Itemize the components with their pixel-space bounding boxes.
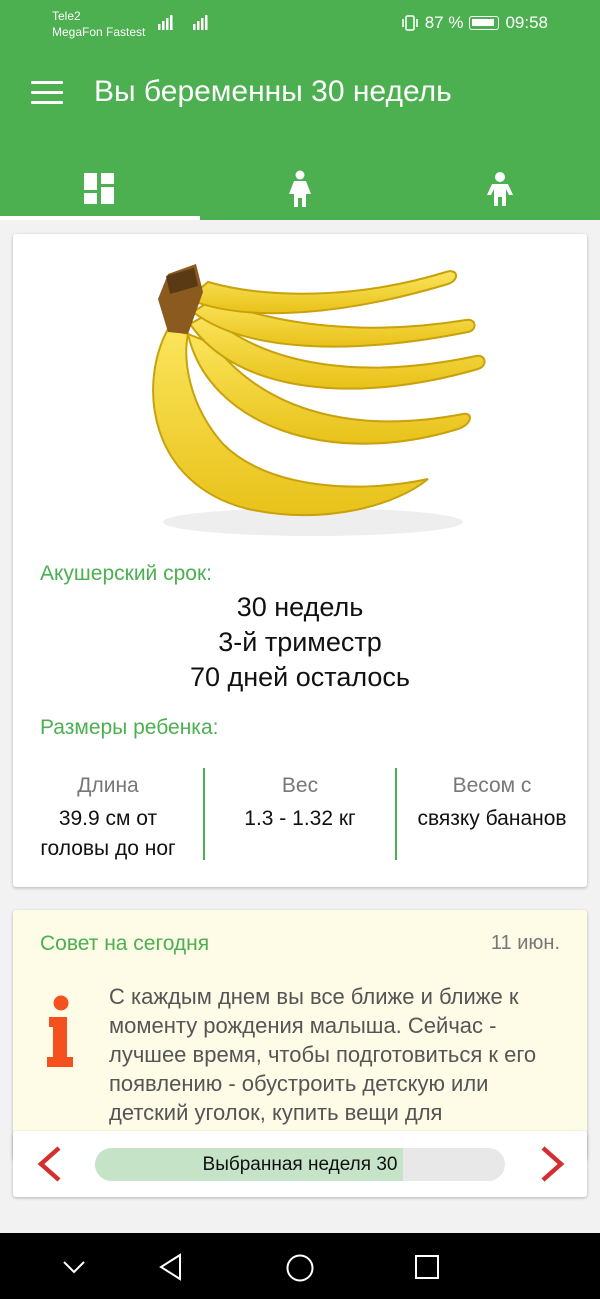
baby-sizes: Длина 39.9 см от головы до ног Вес 1.3 -… xyxy=(13,768,587,860)
battery-icon xyxy=(469,16,500,30)
vibrate-icon xyxy=(401,15,418,31)
term-trimester: 3-й триместр xyxy=(218,627,382,657)
size-weight: Вес 1.3 - 1.32 кг xyxy=(203,768,395,860)
recents-icon[interactable] xyxy=(414,1254,440,1280)
battery-percent: 87 % xyxy=(424,13,464,32)
app-bar: Вы беременны 30 недель xyxy=(0,47,600,220)
info-card: Акушерский срок: 30 недель 3-й триместр … xyxy=(13,234,587,887)
banana-image xyxy=(152,264,486,536)
page-title: Вы беременны 30 недель xyxy=(94,75,452,108)
carrier-names: Tele2 MegaFon Fastest xyxy=(52,8,145,40)
size-head: Вес xyxy=(281,774,319,797)
size-value: 39.9 см от головы до ног xyxy=(40,807,176,860)
woman-icon xyxy=(289,170,311,207)
week-selector: Выбранная неделя 30 xyxy=(13,1131,587,1197)
signal-icon xyxy=(193,15,208,30)
home-icon[interactable] xyxy=(285,1253,315,1283)
menu-icon[interactable] xyxy=(31,81,63,105)
chevron-left-icon[interactable] xyxy=(31,1144,71,1184)
term-days-left: 70 дней осталось xyxy=(189,662,411,692)
tip-title: Совет на сегодня xyxy=(40,932,210,955)
carrier-1: Tele2 xyxy=(52,9,81,23)
tab-baby[interactable] xyxy=(400,158,600,220)
tab-mother[interactable] xyxy=(200,158,400,220)
tip-date: 11 июн. xyxy=(490,932,560,954)
tip-card[interactable]: Совет на сегодня 11 июн. С каждым днем в… xyxy=(13,910,587,1160)
signal-icon xyxy=(158,15,173,30)
back-icon[interactable] xyxy=(158,1253,184,1281)
status-right: 87 % 09:58 xyxy=(401,13,548,33)
size-head: Длина xyxy=(77,774,139,797)
chevron-right-icon[interactable] xyxy=(531,1144,571,1184)
term-label: Акушерский срок: xyxy=(40,562,212,585)
child-icon xyxy=(487,172,513,206)
size-label: Размеры ребенка: xyxy=(40,716,219,739)
week-progress[interactable]: Выбранная неделя 30 xyxy=(95,1148,505,1181)
tab-bar xyxy=(0,158,600,220)
chevron-down-icon[interactable] xyxy=(62,1259,86,1275)
term-weeks: 30 недель xyxy=(236,592,364,622)
info-icon xyxy=(47,995,73,1067)
size-length: Длина 39.9 см от головы до ног xyxy=(13,768,203,860)
system-nav-bar xyxy=(0,1233,600,1299)
status-bar: Tele2 MegaFon Fastest 87 % 09:58 xyxy=(0,0,600,47)
dashboard-icon xyxy=(84,173,114,204)
week-label: Выбранная неделя 30 xyxy=(202,1154,398,1175)
clock: 09:58 xyxy=(505,13,548,32)
size-compare: Весом с связку бананов xyxy=(395,768,587,860)
tab-dashboard[interactable] xyxy=(0,158,200,220)
size-value: связку бананов xyxy=(417,807,567,830)
size-head: Весом с xyxy=(452,774,532,797)
carrier-2: MegaFon Fastest xyxy=(52,25,146,39)
tip-text: С каждым днем вы все ближе и ближе к мом… xyxy=(109,984,537,1125)
size-value: 1.3 - 1.32 кг xyxy=(244,807,356,830)
